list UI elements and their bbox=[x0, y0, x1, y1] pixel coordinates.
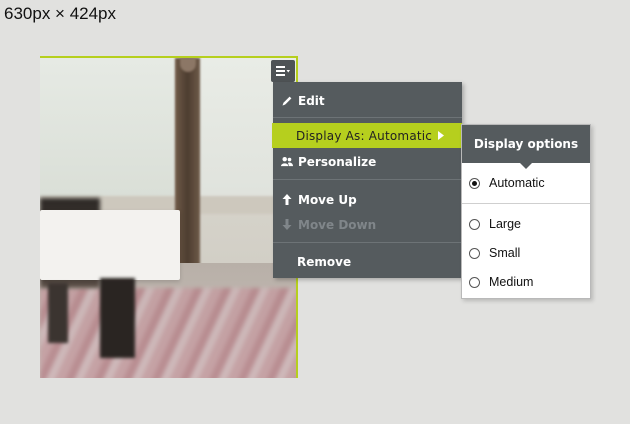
menu-item-remove[interactable]: Remove bbox=[273, 249, 462, 274]
option-large[interactable]: Large bbox=[462, 213, 590, 235]
submenu-title: Display options bbox=[462, 125, 590, 163]
menu-item-label: Edit bbox=[298, 93, 325, 108]
radio-button[interactable] bbox=[469, 218, 480, 230]
photo-tile[interactable] bbox=[40, 56, 298, 378]
menu-item-edit[interactable]: Edit bbox=[273, 88, 462, 113]
arrow-up-icon bbox=[281, 194, 293, 206]
radio-button-selected[interactable] bbox=[469, 177, 480, 189]
menu-item-label: Move Up bbox=[298, 192, 357, 207]
menu-item-move-down: Move Down bbox=[273, 212, 462, 237]
list-menu-icon bbox=[276, 66, 290, 76]
arrow-down-icon bbox=[281, 219, 293, 231]
submenu-divider bbox=[462, 203, 590, 204]
menu-item-move-up[interactable]: Move Up bbox=[273, 187, 462, 212]
menu-item-label: Move Down bbox=[298, 217, 377, 232]
menu-item-label: Personalize bbox=[298, 154, 377, 169]
pencil-icon bbox=[281, 95, 293, 107]
room-photo bbox=[40, 58, 296, 378]
radio-button[interactable] bbox=[469, 276, 480, 288]
option-label: Medium bbox=[489, 275, 534, 289]
menu-item-label: Display As: Automatic bbox=[296, 128, 433, 143]
menu-item-personalize[interactable]: Personalize bbox=[273, 149, 462, 174]
menu-item-display-as[interactable]: Display As: Automatic bbox=[272, 123, 462, 148]
chevron-right-icon bbox=[438, 131, 445, 140]
tile-context-menu: Edit Display As: Automatic Personalize M… bbox=[272, 82, 462, 278]
option-small[interactable]: Small bbox=[462, 242, 590, 264]
tile-menu-button[interactable] bbox=[271, 60, 295, 82]
option-medium[interactable]: Medium bbox=[462, 271, 590, 293]
display-options-submenu: Display options Automatic Large Small Me… bbox=[461, 124, 591, 299]
option-label: Large bbox=[489, 217, 521, 231]
dimension-label: 630px × 424px bbox=[4, 4, 117, 23]
option-automatic[interactable]: Automatic bbox=[462, 172, 590, 194]
radio-button[interactable] bbox=[469, 247, 480, 259]
option-label: Automatic bbox=[489, 176, 545, 190]
submenu-caret bbox=[520, 163, 532, 169]
menu-item-label: Remove bbox=[297, 254, 352, 269]
option-label: Small bbox=[489, 246, 521, 260]
people-icon bbox=[281, 156, 293, 168]
